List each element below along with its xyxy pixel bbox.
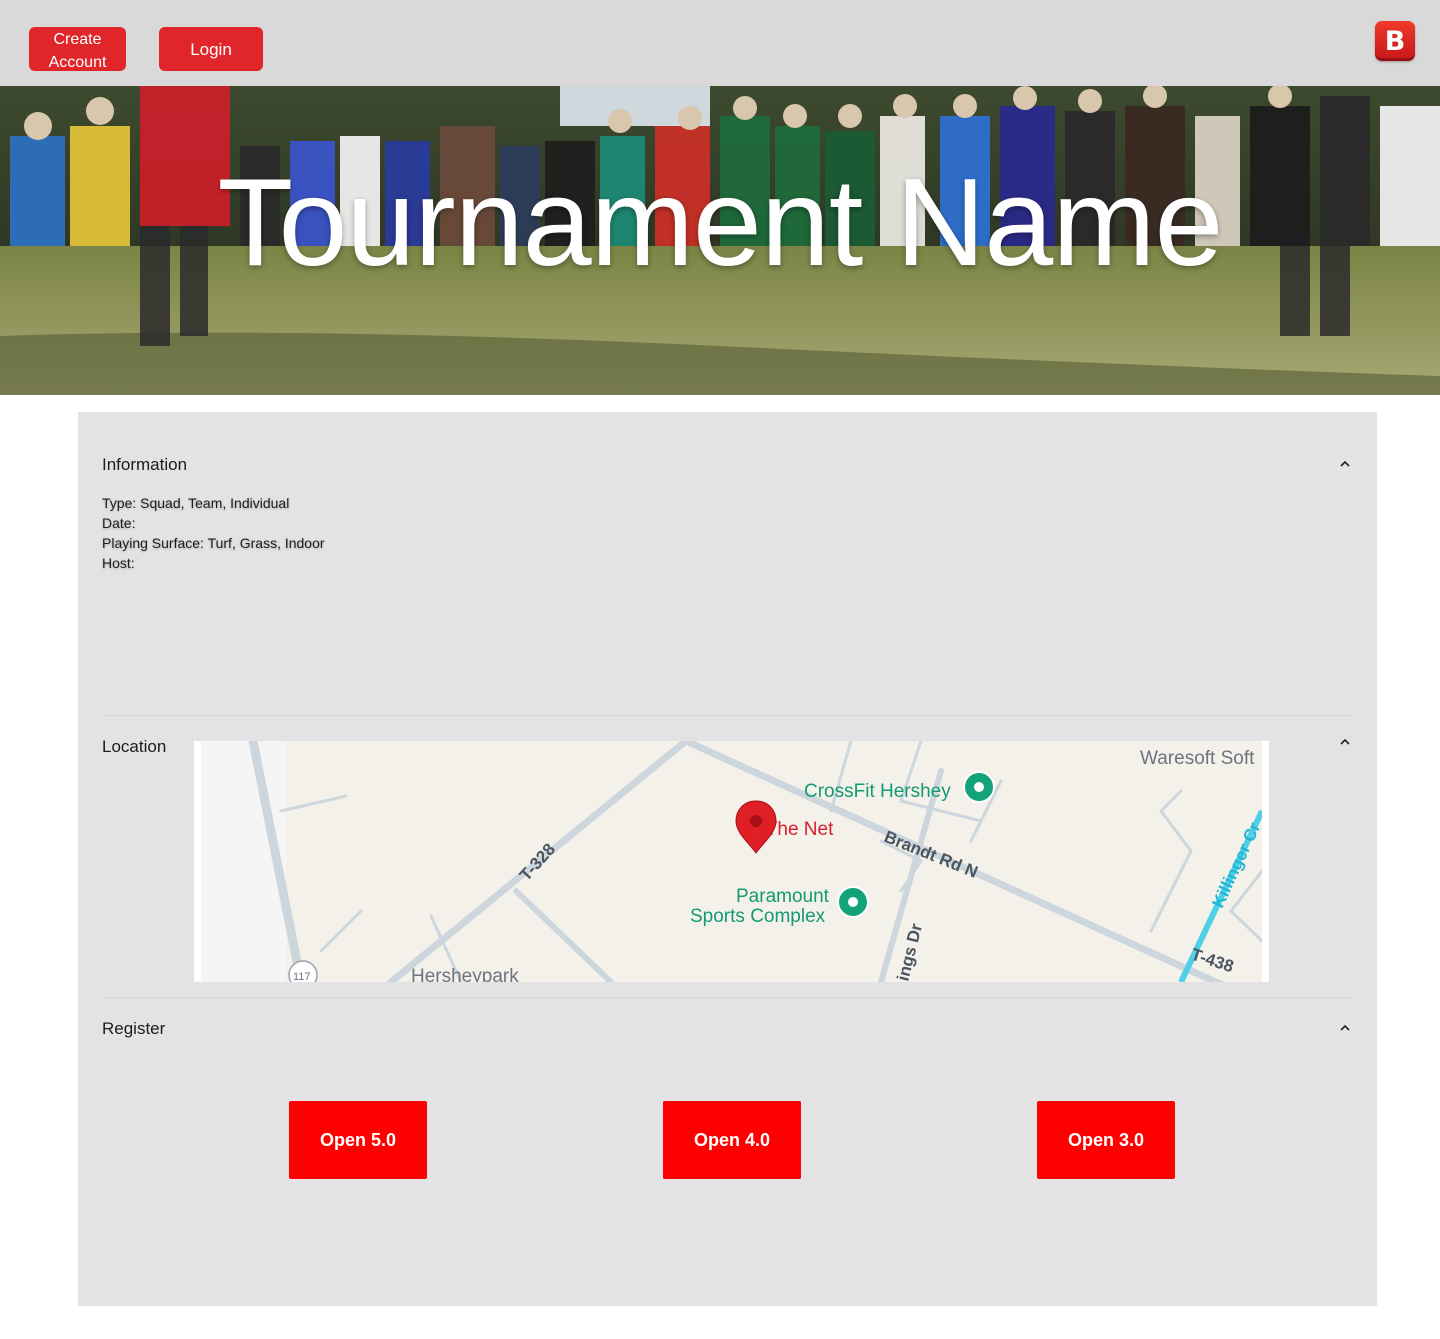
brand-logo-icon[interactable]: B (1375, 21, 1415, 61)
location-section-title[interactable]: Location (102, 737, 166, 757)
map-canvas[interactable]: In The Net CrossFit Hershey Paramount Sp… (201, 741, 1262, 982)
crossfit-poi-icon[interactable] (963, 771, 995, 803)
tournament-name-title: Tournament Name (217, 154, 1223, 292)
register-open-4-button[interactable]: Open 4.0 (663, 1101, 801, 1179)
register-section-title[interactable]: Register (102, 1019, 165, 1039)
info-host: Host: (102, 555, 135, 571)
map-label-route: 117 (293, 971, 311, 982)
section-divider (102, 997, 1353, 998)
map-label-paramount-2: Sports Complex (690, 906, 826, 927)
register-open-5-button[interactable]: Open 5.0 (289, 1101, 427, 1179)
chevron-up-icon[interactable] (1337, 1020, 1353, 1036)
map-label-waresoft: Waresoft Soft (1140, 748, 1255, 769)
section-divider (102, 715, 1353, 716)
info-date: Date: (102, 515, 136, 531)
chevron-up-icon[interactable] (1337, 456, 1353, 472)
paramount-poi-icon[interactable] (837, 886, 869, 918)
info-type: Type: Squad, Team, Individual (102, 495, 290, 511)
create-account-button[interactable]: Create Account (29, 27, 126, 71)
map-label-hersheypark: Hersheypark (411, 966, 519, 982)
information-details: Type: Squad, Team, Individual Date: Play… (102, 493, 325, 573)
location-map[interactable]: In The Net CrossFit Hershey Paramount Sp… (194, 741, 1269, 982)
info-surface: Playing Surface: Turf, Grass, Indoor (102, 535, 325, 551)
login-button[interactable]: Login (159, 27, 263, 71)
top-nav-bar: Create Account Login B (0, 0, 1440, 86)
hero-banner: Tournament Name (0, 86, 1440, 395)
map-label-crossfit: CrossFit Hershey (804, 781, 951, 802)
tournament-details-panel: Information Type: Squad, Team, Individua… (78, 412, 1377, 1306)
chevron-up-icon[interactable] (1337, 734, 1353, 750)
map-label-paramount-1: Paramount (736, 886, 830, 907)
information-section-title[interactable]: Information (102, 455, 187, 475)
register-open-3-button[interactable]: Open 3.0 (1037, 1101, 1175, 1179)
